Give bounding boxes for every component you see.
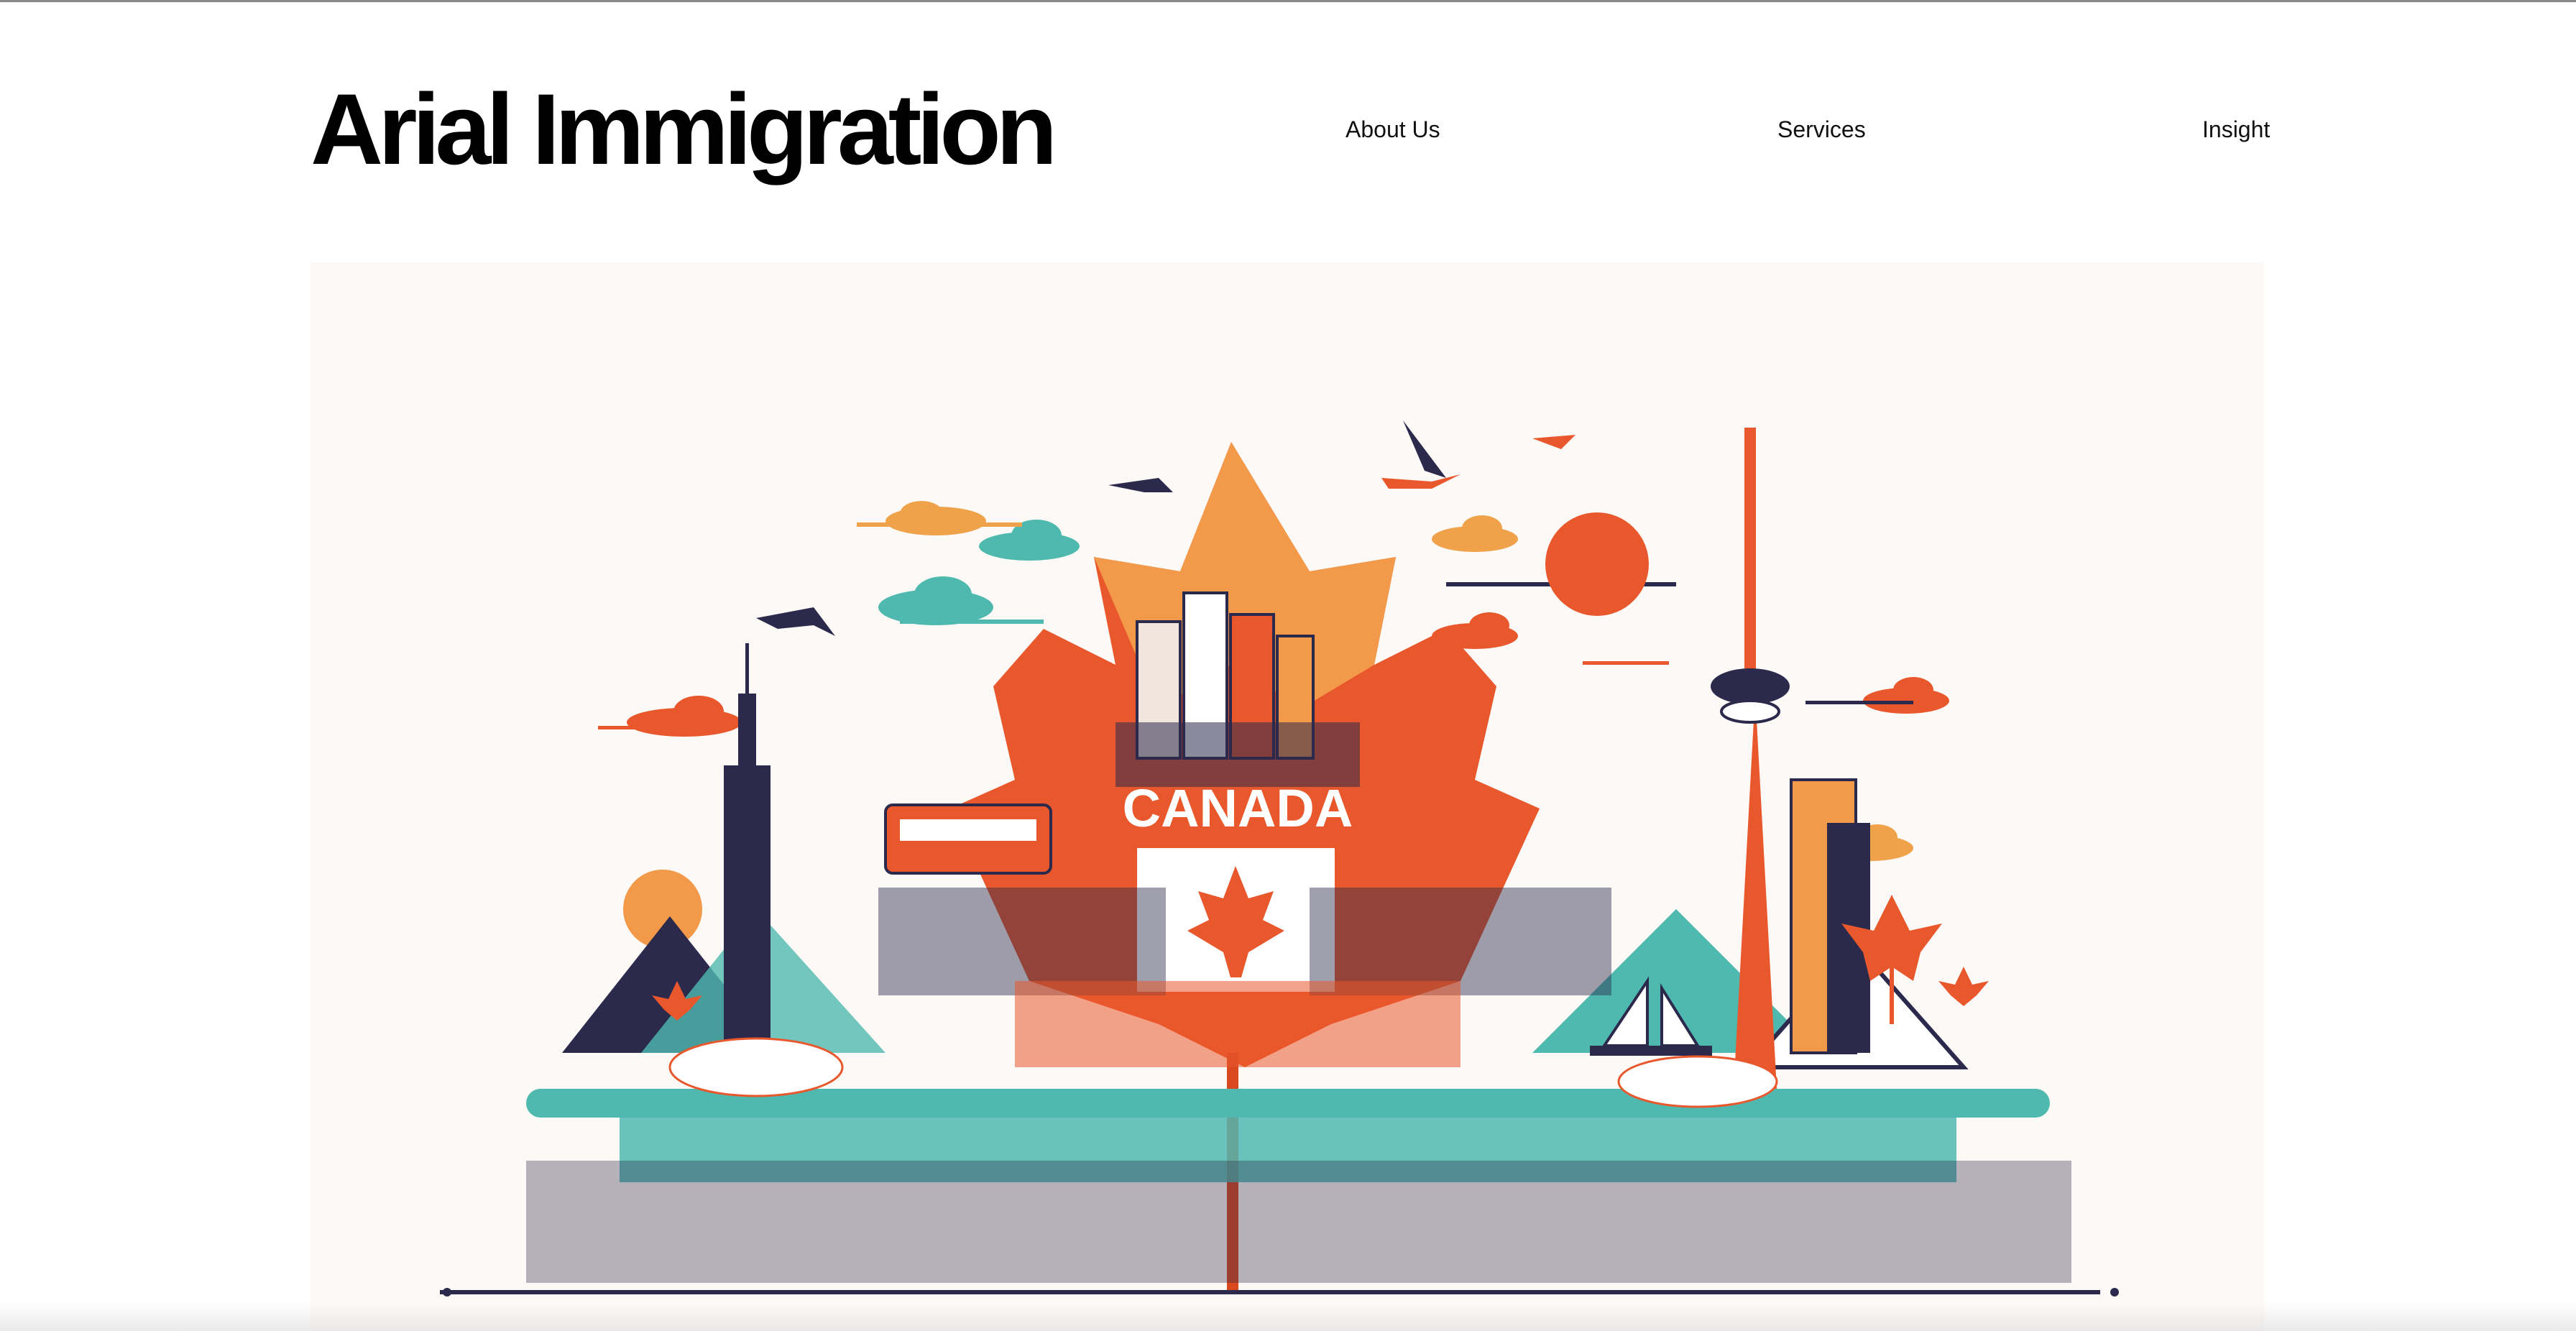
train-icon — [884, 803, 1052, 875]
bird-icon — [1381, 435, 1576, 489]
cloud-icon — [886, 501, 986, 535]
cloud-icon — [878, 520, 1080, 625]
hero-banner-text: CANADA — [1123, 778, 1353, 838]
site-header: Arial Immigration About Us Services Insi… — [310, 72, 2270, 194]
sun-icon — [1545, 512, 1649, 616]
nav-insight[interactable]: Insight — [2202, 116, 2270, 143]
nav-about-us[interactable]: About Us — [1346, 116, 1440, 143]
bird-icon — [1403, 420, 1446, 478]
bottom-shadow — [0, 1302, 2576, 1331]
brand-logo[interactable]: Arial Immigration — [310, 79, 1057, 180]
skyscraper-icon — [1790, 778, 1870, 1054]
top-border — [0, 0, 2576, 2]
skyscraper-icon — [724, 643, 770, 1060]
nav-services[interactable]: Services — [1777, 116, 1866, 143]
hero-illustration: CANADA — [310, 262, 2264, 1331]
canada-illustration: CANADA — [440, 420, 2119, 1297]
